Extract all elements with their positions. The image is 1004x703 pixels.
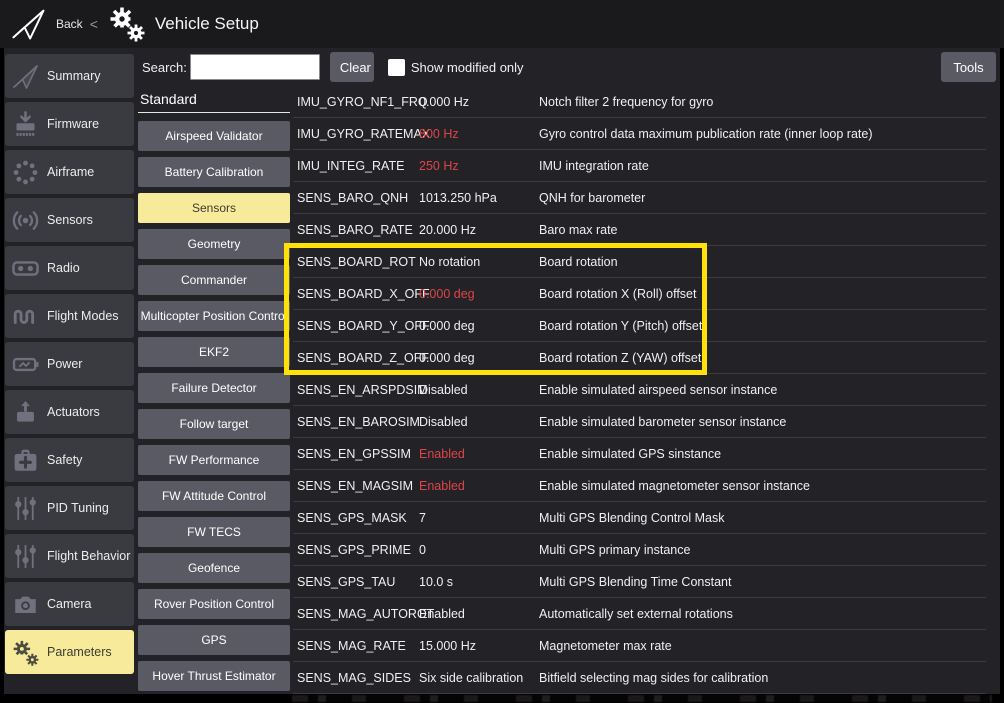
- parameter-table: IMU_GYRO_NF1_FRQ 0.000 Hz Notch filter 2…: [293, 86, 986, 694]
- sliders-icon: [11, 542, 40, 571]
- battery-icon: [11, 350, 40, 379]
- group-failure-detector[interactable]: Failure Detector: [138, 373, 290, 403]
- clipped-bottom-row: [292, 695, 992, 702]
- group-follow-target[interactable]: Follow target: [138, 409, 290, 439]
- group-list: Standard Airspeed Validator Battery Cali…: [138, 86, 290, 694]
- group-list-header: Standard: [138, 86, 290, 113]
- param-row-sens-baro-qnh[interactable]: SENS_BARO_QNH 1013.250 hPa QNH for barom…: [293, 182, 986, 214]
- back-button[interactable]: Back: [56, 17, 83, 31]
- actuator-icon: [11, 398, 40, 427]
- sidebar-item-power[interactable]: Power: [5, 342, 134, 386]
- sidebar-item-pid-tuning[interactable]: PID Tuning: [5, 486, 134, 530]
- gears-icon: [11, 638, 40, 667]
- firmware-download-icon: [11, 110, 40, 139]
- camera-icon: [11, 590, 40, 619]
- header-bar: Back < Vehicle Setup: [0, 0, 1004, 48]
- param-row-sens-mag-autorot[interactable]: SENS_MAG_AUTOROT Enabled Automatically s…: [293, 598, 986, 630]
- signal-waves-icon: [11, 206, 40, 235]
- sidebar-item-radio[interactable]: Radio: [5, 246, 134, 290]
- group-geometry[interactable]: Geometry: [138, 229, 290, 259]
- show-modified-checkbox[interactable]: [388, 59, 405, 76]
- param-row-sens-en-barosim[interactable]: SENS_EN_BAROSIM Disabled Enable simulate…: [293, 406, 986, 438]
- sidebar-item-sensors[interactable]: Sensors: [5, 198, 134, 242]
- paper-plane-icon: [11, 62, 40, 91]
- param-row-sens-gps-prime[interactable]: SENS_GPS_PRIME 0 Multi GPS primary insta…: [293, 534, 986, 566]
- search-label: Search:: [142, 60, 187, 75]
- sidebar-item-firmware[interactable]: Firmware: [5, 102, 134, 146]
- param-row-sens-gps-mask[interactable]: SENS_GPS_MASK 7 Multi GPS Blending Contr…: [293, 502, 986, 534]
- param-row-sens-en-gpssim[interactable]: SENS_EN_GPSSIM Enabled Enable simulated …: [293, 438, 986, 470]
- group-ekf2[interactable]: EKF2: [138, 337, 290, 367]
- param-row-sens-baro-rate[interactable]: SENS_BARO_RATE 20.000 Hz Baro max rate: [293, 214, 986, 246]
- group-sensors[interactable]: Sensors: [138, 193, 290, 223]
- group-gps[interactable]: GPS: [138, 625, 290, 655]
- sidebar-item-summary[interactable]: Summary: [5, 54, 134, 98]
- clear-button[interactable]: Clear: [330, 52, 374, 82]
- param-row-sens-board-x-off[interactable]: SENS_BOARD_X_OFF 0.000 deg Board rotatio…: [293, 278, 986, 310]
- group-geofence[interactable]: Geofence: [138, 553, 290, 583]
- group-commander[interactable]: Commander: [138, 265, 290, 295]
- tools-button[interactable]: Tools: [941, 52, 996, 82]
- qgc-paper-plane-logo-icon: [10, 6, 48, 42]
- airframe-dots-icon: [11, 158, 40, 187]
- group-fw-tecs[interactable]: FW TECS: [138, 517, 290, 547]
- param-row-sens-en-magsim[interactable]: SENS_EN_MAGSIM Enabled Enable simulated …: [293, 470, 986, 502]
- parameters-body: Standard Airspeed Validator Battery Cali…: [134, 86, 1000, 694]
- sidebar-item-airframe[interactable]: Airframe: [5, 150, 134, 194]
- group-fw-performance[interactable]: FW Performance: [138, 445, 290, 475]
- parameters-panel: Search: Clear Show modified only Tools S…: [134, 48, 1000, 694]
- param-row-imu-gyro-ratemax[interactable]: IMU_GYRO_RATEMAX 800 Hz Gyro control dat…: [293, 118, 986, 150]
- sidebar-item-flight-behavior[interactable]: Flight Behavior: [5, 534, 134, 578]
- sliders-icon: [11, 494, 40, 523]
- param-row-sens-mag-rate[interactable]: SENS_MAG_RATE 15.000 Hz Magnetometer max…: [293, 630, 986, 662]
- param-row-sens-en-arspdsim[interactable]: SENS_EN_ARSPDSIM Disabled Enable simulat…: [293, 374, 986, 406]
- content-area: Summary Firmware Airframe Sensors: [4, 48, 1000, 694]
- first-aid-icon: [11, 446, 40, 475]
- vehicle-setup-gears-icon: [107, 4, 147, 44]
- param-row-imu-gyro-nf1-frq[interactable]: IMU_GYRO_NF1_FRQ 0.000 Hz Notch filter 2…: [293, 86, 986, 118]
- group-rover-position-control[interactable]: Rover Position Control: [138, 589, 290, 619]
- show-modified-label: Show modified only: [411, 60, 524, 75]
- sidebar-item-actuators[interactable]: Actuators: [5, 390, 134, 434]
- radio-controller-icon: [11, 254, 40, 283]
- breadcrumb-separator: <: [90, 16, 98, 32]
- wave-icon: [11, 302, 40, 331]
- param-row-sens-board-y-off[interactable]: SENS_BOARD_Y_OFF 0.000 deg Board rotatio…: [293, 310, 986, 342]
- param-row-sens-gps-tau[interactable]: SENS_GPS_TAU 10.0 s Multi GPS Blending T…: [293, 566, 986, 598]
- group-fw-attitude-control[interactable]: FW Attitude Control: [138, 481, 290, 511]
- param-row-sens-board-rot[interactable]: SENS_BOARD_ROT No rotation Board rotatio…: [293, 246, 986, 278]
- group-airspeed-validator[interactable]: Airspeed Validator: [138, 121, 290, 151]
- vehicle-setup-window: Back < Vehicle Setup Summary: [0, 0, 1004, 703]
- sidebar-item-flight-modes[interactable]: Flight Modes: [5, 294, 134, 338]
- group-battery-calibration[interactable]: Battery Calibration: [138, 157, 290, 187]
- search-input[interactable]: [190, 54, 320, 80]
- sidebar-item-parameters[interactable]: Parameters: [5, 630, 134, 674]
- group-hover-thrust-estimator[interactable]: Hover Thrust Estimator: [138, 661, 290, 691]
- sidebar-item-safety[interactable]: Safety: [5, 438, 134, 482]
- sidebar-item-camera[interactable]: Camera: [5, 582, 134, 626]
- page-title: Vehicle Setup: [155, 14, 259, 34]
- setup-sidebar: Summary Firmware Airframe Sensors: [4, 48, 134, 694]
- param-row-sens-mag-sides[interactable]: SENS_MAG_SIDES Six side calibration Bitf…: [293, 662, 986, 694]
- param-row-imu-integ-rate[interactable]: IMU_INTEG_RATE 250 Hz IMU integration ra…: [293, 150, 986, 182]
- parameters-toolbar: Search: Clear Show modified only Tools: [134, 48, 1000, 86]
- group-multicopter-position-control[interactable]: Multicopter Position Control: [138, 301, 290, 331]
- param-row-sens-board-z-off[interactable]: SENS_BOARD_Z_OFF 0.000 deg Board rotatio…: [293, 342, 986, 374]
